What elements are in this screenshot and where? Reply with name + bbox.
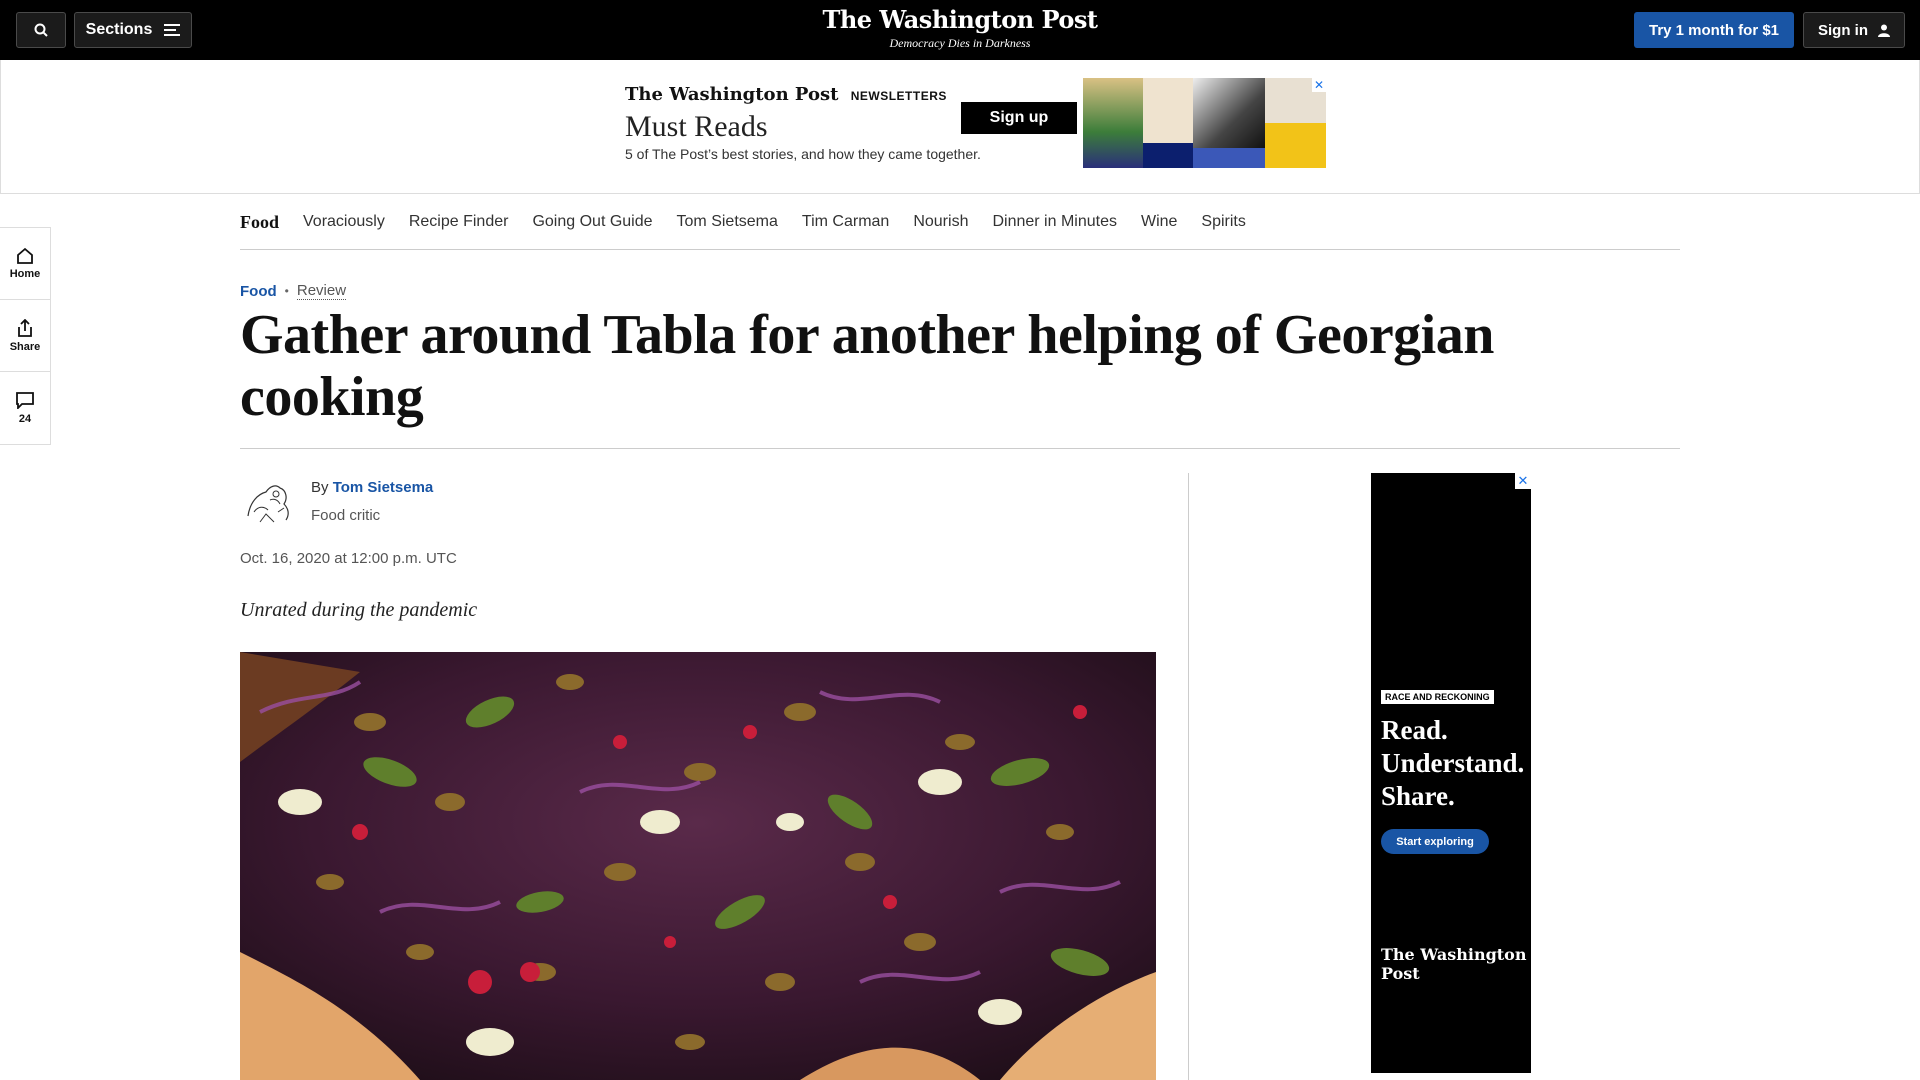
rail-comments-button[interactable]: 24 [0,372,50,444]
rail-share-label: Share [9,340,41,353]
signin-label: Sign in [1818,21,1868,39]
author-link[interactable]: Tom Sietsema [333,479,434,496]
column-divider [1188,473,1189,1080]
publish-date: Oct. 16, 2020 at 12:00 p.m. UTC [240,550,457,567]
section-nav-item-food[interactable]: Food [240,212,279,233]
kicker-label[interactable]: Review [296,282,347,300]
sections-button[interactable]: Sections [74,12,192,48]
side-ad-close-icon[interactable]: ✕ [1515,473,1531,489]
subscribe-button[interactable]: Try 1 month for $1 [1634,12,1794,48]
comment-icon [16,391,34,409]
kicker-separator: • [284,284,289,298]
side-ad-line-3: Share. [1381,781,1455,811]
section-nav-item-going-out-guide[interactable]: Going Out Guide [532,213,652,231]
side-ad-line-2: Understand. [1381,748,1525,778]
left-rail: Home Share 24 [0,227,51,445]
section-nav-item-recipe-finder[interactable]: Recipe Finder [409,213,509,231]
top-ad-band: The Washington Post NEWSLETTERS Must Rea… [0,60,1920,194]
masthead[interactable]: The Washington Post Democracy Dies in Da… [760,5,1160,51]
section-nav-item-nourish[interactable]: Nourish [913,213,968,231]
side-ad-cta-button[interactable]: Start exploring [1381,829,1489,854]
article-byline: By Tom Sietsema [311,479,433,496]
rail-home-button[interactable]: Home [0,228,50,300]
article-kicker: Food • Review [240,282,347,300]
article-dek: Unrated during the pandemic [240,599,478,621]
side-ad-headline: Read. Understand. Share. [1381,714,1524,813]
search-button[interactable] [16,12,66,48]
site-tagline: Democracy Dies in Darkness [889,36,1031,50]
ad-signup-button[interactable]: Sign up [961,102,1077,134]
section-nav-item-dinner-in-minutes[interactable]: Dinner in Minutes [992,213,1117,231]
section-nav-item-spirits[interactable]: Spirits [1201,213,1245,231]
section-nav-item-tim-carman[interactable]: Tim Carman [802,213,889,231]
ad-close-icon[interactable]: ✕ [1312,78,1326,92]
author-role: Food critic [311,507,381,524]
top-bar: Sections The Washington Post Democracy D… [0,0,1920,60]
newsletter-ad[interactable]: The Washington Post NEWSLETTERS Must Rea… [625,78,1326,168]
ad-brand: The Washington Post NEWSLETTERS [625,84,947,105]
menu-icon [164,24,181,36]
section-nav: Food Voraciously Recipe Finder Going Out… [240,195,1680,250]
share-icon [18,318,32,337]
side-ad-line-1: Read. [1381,715,1448,745]
signin-button[interactable]: Sign in [1803,12,1905,48]
author-avatar[interactable] [240,472,296,528]
home-icon [17,247,33,264]
side-ad-logo: The Washington Post [1381,945,1527,983]
ad-subtitle: 5 of The Post’s best stories, and how th… [625,146,981,162]
section-nav-item-voraciously[interactable]: Voraciously [303,213,385,231]
rail-comments-count: 24 [18,412,32,425]
section-nav-item-wine[interactable]: Wine [1141,213,1177,231]
sections-label: Sections [85,21,153,38]
ad-brand-tag: NEWSLETTERS [850,89,947,103]
ad-brand-logo: The Washington Post [625,84,839,105]
search-icon [34,23,48,37]
rail-home-label: Home [9,268,41,280]
side-ad-tag: RACE AND RECKONING [1381,690,1494,704]
user-icon [1878,24,1890,37]
site-logo[interactable]: The Washington Post [760,5,1160,34]
byline-prefix: By [311,479,329,496]
kicker-section-link[interactable]: Food [240,283,277,300]
section-nav-item-tom-sietsema[interactable]: Tom Sietsema [677,213,778,231]
rail-share-button[interactable]: Share [0,300,50,372]
hero-image[interactable] [240,652,1156,1080]
ad-title: Must Reads [625,110,768,143]
headline-divider [240,448,1680,449]
ad-image[interactable]: ✕ [1083,78,1326,168]
article-headline: Gather around Tabla for another helping … [240,304,1494,428]
side-ad[interactable]: ✕ RACE AND RECKONING Read. Understand. S… [1371,473,1531,1073]
